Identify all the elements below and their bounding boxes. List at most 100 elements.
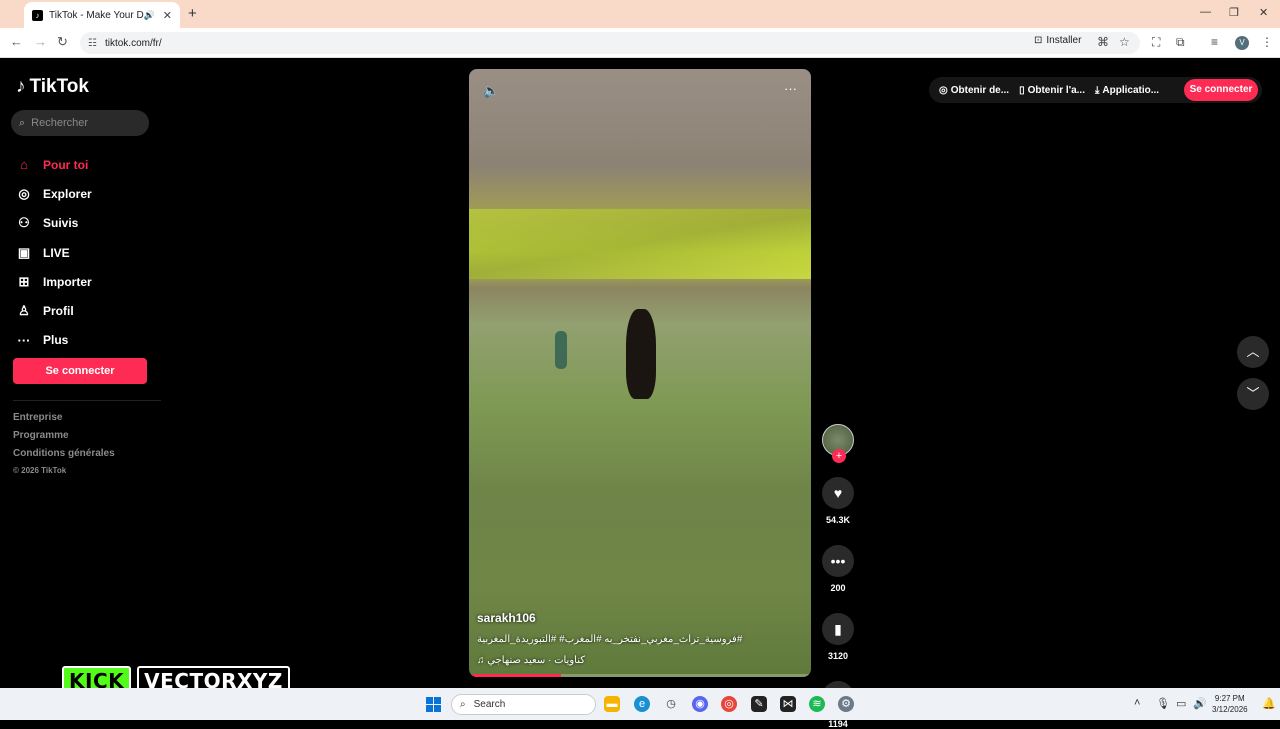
notes-app-icon[interactable]: ✎ <box>751 696 767 712</box>
forward-icon[interactable]: → <box>34 34 47 49</box>
creator-avatar[interactable]: + <box>822 424 854 463</box>
profile-icon: ♙ <box>18 303 30 319</box>
video-music[interactable]: ♫ كناويات · سعيد صنهاجي <box>477 655 585 666</box>
sidebar-item-live[interactable]: ▣ LIVE <box>16 238 92 267</box>
sidebar-connect-button[interactable]: Se connecter <box>13 358 147 384</box>
desktop-app-label: Applicatio... <box>1102 84 1160 96</box>
chevron-up-icon: ︿ <box>1246 344 1260 359</box>
save-button[interactable]: ▮ <box>822 613 854 645</box>
translate-icon[interactable]: ⌘ <box>1097 35 1109 49</box>
address-bar: ← → ↻ ☷ tiktok.com/fr/ ⊡ Installer ⌘ ☆ ⛶… <box>0 28 1280 58</box>
notification-bell-icon[interactable]: 🔔 <box>1262 697 1276 710</box>
home-icon: ⌂ <box>20 157 28 173</box>
clock-time: 9:27 PM <box>1214 694 1245 703</box>
top-connect-button[interactable]: Se connecter <box>1184 79 1258 101</box>
tiktok-logo[interactable]: ♪ TikTok <box>16 76 89 98</box>
logo-text: TikTok <box>29 76 89 97</box>
clock-date: 3/12/2026 <box>1212 705 1248 714</box>
footer-link-programme[interactable]: Programme <box>13 430 115 448</box>
bookmark-star-icon[interactable]: ☆ <box>1119 35 1130 49</box>
taskbar-search-label: Search <box>473 699 506 710</box>
sidebar-item-label: Explorer <box>43 186 92 201</box>
reload-icon[interactable]: ↻ <box>57 34 68 50</box>
desktop-app-button[interactable]: ⤓ Applicatio... <box>1095 85 1159 96</box>
get-app-button[interactable]: ▯ Obtenir l'a... <box>1019 85 1085 96</box>
url-input[interactable]: ☷ tiktok.com/fr/ <box>80 32 1140 54</box>
close-tab-icon[interactable]: ✕ <box>163 9 172 22</box>
taskbar-clock[interactable]: 9:27 PM 3/12/2026 <box>1212 693 1248 715</box>
comment-button[interactable]: ••• <box>822 545 854 577</box>
tray-chevron-up-icon[interactable]: ˄ <box>1134 697 1140 709</box>
volume-icon[interactable]: 🔊 <box>1193 697 1207 710</box>
search-placeholder: Rechercher <box>31 117 89 129</box>
tiktok-favicon-icon: ♪ <box>32 9 43 21</box>
site-info-icon[interactable]: ☷ <box>88 38 97 49</box>
like-button[interactable]: ♥ <box>822 477 854 509</box>
sidebar-item-importer[interactable]: ⊞ Importer <box>16 267 92 296</box>
sidebar-item-suivis[interactable]: ⚇ Suivis <box>16 209 92 238</box>
video-player[interactable]: 🔈 ··· sarakh106 #فروسية_تراث_مغربي_نفتخر… <box>469 69 811 677</box>
coin-icon: ◎ <box>939 84 948 96</box>
tiktok-page: ♪ TikTok ⌕ Rechercher ⌂ Pour toi ◎ Explo… <box>0 58 1280 729</box>
sidebar-item-pour-toi[interactable]: ⌂ Pour toi <box>16 150 92 179</box>
copyright: © 2026 TikTok <box>13 466 67 475</box>
restore-icon[interactable]: ❐ <box>1229 6 1239 19</box>
music-title: كناويات · سعيد صنهاجي <box>487 655 585 666</box>
discord-icon[interactable]: ◉ <box>692 696 708 712</box>
url-text: tiktok.com/fr/ <box>104 37 162 49</box>
tiktok-note-icon: ♪ <box>16 76 26 97</box>
more-options-icon[interactable]: ··· <box>784 81 797 96</box>
search-icon: ⌕ <box>460 699 466 710</box>
sidebar-item-label: Suivis <box>43 216 79 231</box>
video-horse-rider <box>626 309 656 399</box>
get-coins-button[interactable]: ◎ Obtenir de... <box>939 85 1009 96</box>
settings-gear-icon[interactable]: ⚙ <box>838 696 854 712</box>
screenshot-icon[interactable]: ⛶ <box>1152 35 1160 50</box>
footer-link-conditions[interactable]: Conditions générales <box>13 448 115 466</box>
chevron-down-icon: ﹀ <box>1246 386 1260 401</box>
browser-tab-bar: ♪ TikTok - Make Your Day 🔊 ✕ + — ❐ ✕ <box>0 0 1280 28</box>
follow-plus-icon[interactable]: + <box>832 449 846 463</box>
sidebar-item-label: LIVE <box>43 245 70 260</box>
sidebar-footer: Entreprise Programme Conditions générale… <box>13 412 115 484</box>
video-description: #فروسية_تراث_مغربي_نفتخر_به #المغرب# #ال… <box>477 634 743 645</box>
video-progress-fill <box>469 674 562 677</box>
capcut-icon[interactable]: ⋈ <box>780 696 796 712</box>
sidebar-item-explorer[interactable]: ◎ Explorer <box>16 179 92 208</box>
audio-icon[interactable]: 🔊 <box>144 10 155 21</box>
sidebar-item-profil[interactable]: ♙ Profil <box>16 296 92 325</box>
extensions-icon[interactable]: ⧉ <box>1176 35 1185 50</box>
download-icon: ⤓ <box>1094 84 1100 96</box>
windows-start-icon[interactable] <box>426 697 441 712</box>
search-input[interactable]: ⌕ Rechercher <box>11 110 149 136</box>
new-tab-icon[interactable]: + <box>188 5 197 22</box>
clock-app-icon[interactable]: ◷ <box>663 696 679 712</box>
next-video-button[interactable]: ﹀ <box>1237 378 1269 410</box>
sidebar-item-label: Pour toi <box>43 157 89 172</box>
edge-icon[interactable]: e <box>634 696 650 712</box>
sidebar-item-plus[interactable]: ··· Plus <box>16 326 92 355</box>
get-app-label: Obtenir l'a... <box>1027 84 1085 96</box>
previous-video-button[interactable]: ︿ <box>1237 336 1269 368</box>
footer-link-entreprise[interactable]: Entreprise <box>13 412 115 430</box>
media-control-icon[interactable]: ≡ <box>1211 35 1218 49</box>
profile-avatar[interactable]: V <box>1235 36 1249 50</box>
video-actions: + ♥ 54.3K ••• 200 ▮ 3120 ➦ 1194 <box>822 424 854 729</box>
taskbar-search[interactable]: ⌕ Search <box>451 694 596 715</box>
back-icon[interactable]: ← <box>10 34 23 49</box>
video-author[interactable]: sarakh106 <box>477 611 536 625</box>
file-explorer-icon[interactable]: ▬ <box>604 696 620 712</box>
browser-tab[interactable]: ♪ TikTok - Make Your Day 🔊 ✕ <box>24 2 180 28</box>
install-button[interactable]: ⊡ Installer <box>1034 35 1081 46</box>
comment-icon: ••• <box>830 553 846 569</box>
minimize-icon[interactable]: — <box>1200 6 1211 18</box>
browser-menu-icon[interactable]: ⋮ <box>1261 35 1273 49</box>
chrome-icon[interactable]: ◎ <box>721 696 737 712</box>
video-progress-bar[interactable] <box>469 674 811 677</box>
spotify-icon[interactable]: ≋ <box>809 696 825 712</box>
window-close-icon[interactable]: ✕ <box>1259 6 1268 19</box>
microphone-icon[interactable]: 🎙 <box>1156 697 1170 710</box>
mute-icon[interactable]: 🔈 <box>483 83 499 99</box>
network-icon[interactable]: ▭ <box>1176 697 1186 710</box>
like-count: 54.3K <box>825 515 851 525</box>
